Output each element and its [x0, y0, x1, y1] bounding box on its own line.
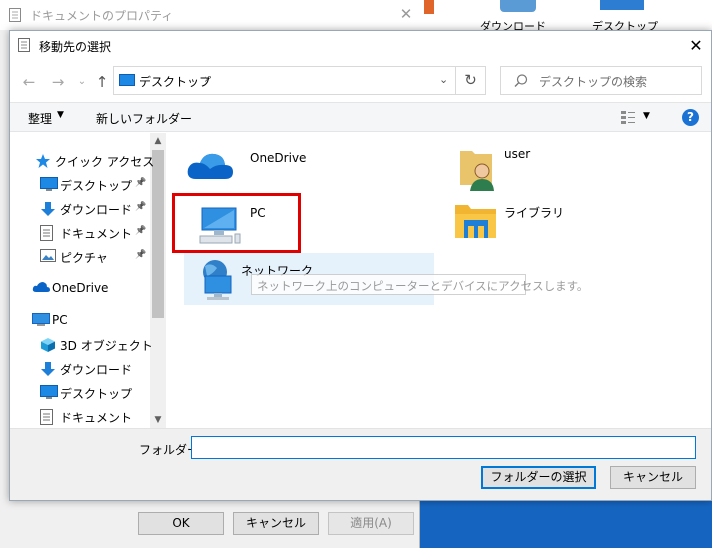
dialog-close-button[interactable]: ✕: [686, 36, 706, 56]
item-user[interactable]: user: [454, 143, 694, 191]
scroll-up-icon[interactable]: ▲: [150, 133, 166, 149]
document-icon: [18, 38, 30, 52]
nav-item-label: 3D オブジェクト: [60, 339, 153, 353]
nav-item[interactable]: クイック アクセス: [10, 149, 154, 173]
organize-dropdown-icon[interactable]: ▼: [57, 110, 64, 120]
dialog-footer: フォルダー: フォルダーの選択 キャンセル: [10, 428, 711, 500]
pc-highlight-box: [172, 193, 301, 253]
pin-icon[interactable]: 📌: [135, 226, 146, 236]
pc-icon: [32, 313, 50, 329]
star-icon: [35, 153, 53, 169]
nav-item[interactable]: ダウンロード: [10, 357, 150, 381]
refresh-icon[interactable]: ↻: [456, 66, 486, 95]
breadcrumb-separator[interactable]: ›: [204, 72, 209, 86]
search-icon: [514, 74, 528, 87]
select-folder-button[interactable]: フォルダーの選択: [481, 466, 596, 489]
item-label[interactable]: ライブラリ: [504, 204, 564, 221]
forward-arrow-icon[interactable]: →: [48, 72, 68, 92]
desktop-icon: [40, 385, 58, 401]
view-options-icon[interactable]: [620, 110, 636, 125]
picture-icon: [40, 249, 58, 265]
up-arrow-icon[interactable]: ↑: [92, 72, 112, 92]
dialog-titlebar: 移動先の選択 ✕: [10, 31, 711, 61]
properties-cancel-button[interactable]: キャンセル: [233, 512, 319, 535]
toolbar: 整理 ▼ 新しいフォルダー ▼ ?: [10, 102, 711, 132]
apply-button[interactable]: 適用(A): [328, 512, 414, 535]
cube-icon: [40, 337, 58, 353]
download-folder-icon: [500, 0, 536, 12]
nav-item-label: デスクトップ: [60, 179, 133, 193]
dialog-title: 移動先の選択: [39, 40, 112, 54]
nav-item[interactable]: ピクチャ 📌: [10, 245, 150, 269]
desktop-area: ダウンロード デスクトップ: [420, 0, 712, 33]
nav-item-label: ドキュメント: [60, 227, 133, 241]
properties-titlebar: ドキュメントのプロパティ ✕: [0, 0, 420, 30]
download-icon: [40, 201, 58, 217]
select-destination-dialog: 移動先の選択 ✕ ← → ⌄ ↑ デスクトップ › ⌄ ↻ デスクトップの検索 …: [9, 30, 712, 501]
properties-title: ドキュメントのプロパティ: [30, 9, 174, 23]
nav-item-label: PC: [52, 313, 68, 327]
nav-item[interactable]: ダウンロード 📌: [10, 197, 150, 221]
new-folder-button[interactable]: 新しいフォルダー: [96, 110, 192, 127]
organize-button[interactable]: 整理: [28, 110, 52, 127]
search-box[interactable]: デスクトップの検索: [500, 66, 702, 95]
address-dropdown-icon[interactable]: ⌄: [439, 73, 448, 86]
nav-item[interactable]: デスクトップ 📌: [10, 173, 150, 197]
pin-icon[interactable]: 📌: [135, 178, 146, 188]
item-onedrive[interactable]: OneDrive: [186, 143, 426, 188]
cloud-icon: [187, 153, 233, 179]
nav-scrollbar[interactable]: ▲ ▼: [150, 133, 166, 428]
item-label[interactable]: user: [504, 147, 530, 161]
nav-item-label: ダウンロード: [60, 203, 133, 217]
library-icon: [455, 205, 496, 238]
scroll-down-icon[interactable]: ▼: [150, 412, 166, 428]
document-icon: [40, 409, 58, 425]
nav-item[interactable]: デスクトップ: [10, 381, 150, 405]
help-icon[interactable]: ?: [682, 109, 699, 126]
nav-item-label: OneDrive: [52, 281, 109, 295]
properties-close-button[interactable]: ✕: [396, 4, 416, 24]
item-library[interactable]: ライブラリ: [454, 198, 694, 248]
nav-item-label: ダウンロード: [60, 363, 133, 377]
document-icon: [9, 8, 21, 22]
nav-item[interactable]: PC: [10, 309, 150, 333]
address-path[interactable]: デスクトップ: [139, 73, 211, 90]
view-dropdown-icon[interactable]: ▼: [643, 111, 650, 121]
desktop-folder-icon: [600, 0, 644, 10]
network-icon: [203, 260, 232, 300]
nav-item[interactable]: ドキュメント 📌: [10, 221, 150, 245]
recent-chevron-icon[interactable]: ⌄: [72, 72, 92, 92]
network-tooltip: ネットワーク上のコンピューターとデバイスにアクセスします。: [251, 274, 588, 295]
nav-item[interactable]: ドキュメント: [10, 405, 150, 429]
address-bar[interactable]: デスクトップ › ⌄: [113, 66, 456, 95]
document-icon: [40, 225, 58, 241]
scrollbar-thumb[interactable]: [152, 150, 164, 318]
folder-input[interactable]: [191, 436, 696, 459]
desktop-icon-partial: [424, 0, 434, 14]
pin-icon[interactable]: 📌: [135, 250, 146, 260]
back-arrow-icon[interactable]: ←: [19, 72, 39, 92]
cloud-icon: [32, 281, 50, 297]
nav-item-label: クイック アクセス: [55, 155, 155, 169]
item-label[interactable]: OneDrive: [250, 151, 306, 165]
ok-button[interactable]: OK: [138, 512, 224, 535]
dialog-cancel-button[interactable]: キャンセル: [610, 466, 696, 489]
search-placeholder[interactable]: デスクトップの検索: [539, 73, 647, 90]
download-icon: [40, 361, 58, 377]
nav-item-label: ドキュメント: [60, 411, 133, 425]
nav-item-label: ピクチャ: [60, 251, 108, 265]
user-folder-icon: [460, 151, 494, 191]
desktop-icon: [40, 177, 58, 193]
nav-item[interactable]: 3D オブジェクト: [10, 333, 153, 357]
pin-icon[interactable]: 📌: [135, 202, 146, 212]
desktop-icon: [119, 74, 135, 86]
nav-item[interactable]: OneDrive: [10, 277, 150, 301]
nav-item-label: デスクトップ: [60, 387, 133, 401]
